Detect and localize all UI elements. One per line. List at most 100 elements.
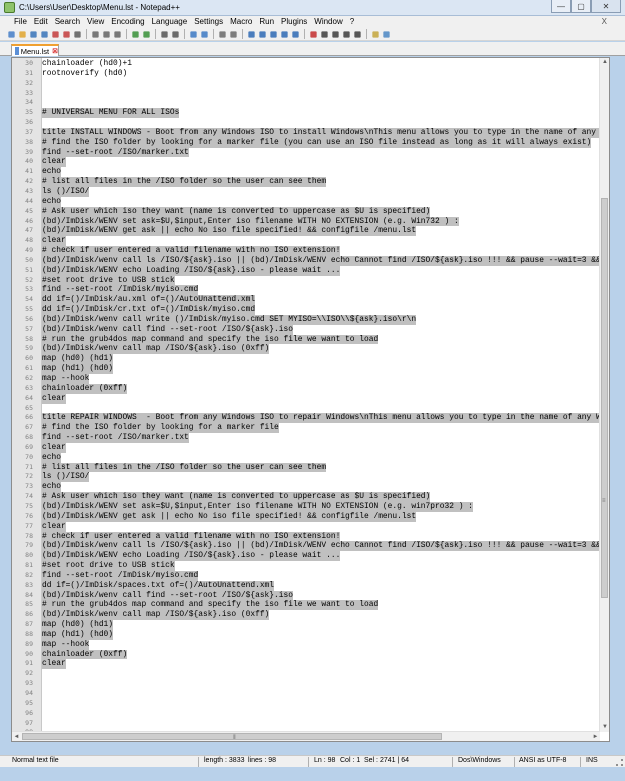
- line-text[interactable]: # find the ISO folder by looking for a m…: [42, 423, 279, 434]
- editor-line[interactable]: 66 title REPAIR WINDOWS - Boot from any W…: [12, 413, 609, 424]
- line-text[interactable]: clear: [42, 157, 66, 168]
- editor-line[interactable]: 44 echo: [12, 196, 600, 207]
- undo-icon[interactable]: [130, 29, 140, 39]
- close-window-button[interactable]: ✕: [591, 0, 621, 13]
- editor-line[interactable]: 49 # check if user entered a valid filena…: [12, 246, 600, 256]
- line-text[interactable]: chainloader (hd0)+1: [42, 59, 132, 69]
- editor-line[interactable]: 73 echo: [12, 482, 600, 493]
- line-text[interactable]: (bd)/ImDisk/WENV echo Loading /ISO/${ask…: [42, 265, 341, 276]
- editor-line[interactable]: 89 map --hook: [12, 639, 600, 650]
- line-text[interactable]: ls ()/ISO/: [42, 186, 90, 197]
- line-text[interactable]: dd if=()/ImDisk/spaces.txt of=()/AutoUna…: [42, 580, 275, 591]
- line-text[interactable]: map --hook: [42, 639, 90, 650]
- editor-line[interactable]: 30 chainloader (hd0)+1: [12, 59, 600, 69]
- line-text[interactable]: # list all files in the /ISO folder so t…: [42, 462, 327, 473]
- line-text[interactable]: (bd)/ImDisk/WENV echo Loading /ISO/${ask…: [42, 551, 341, 562]
- close-file-icon[interactable]: [50, 29, 60, 39]
- horizontal-scrollbar[interactable]: ◄ ⦀ ►: [12, 731, 600, 741]
- line-text[interactable]: chainloader (0xff): [42, 649, 128, 660]
- menu-search[interactable]: Search: [55, 16, 80, 28]
- doc-map-icon[interactable]: [279, 29, 289, 39]
- new-file-icon[interactable]: [6, 29, 16, 39]
- line-text[interactable]: # check if user entered a valid filename…: [42, 531, 341, 542]
- editor-line[interactable]: 72 ls ()/ISO/: [12, 472, 600, 483]
- editor-line[interactable]: 79 (bd)/ImDisk/wenv call ls /ISO/${ask}.i…: [12, 541, 609, 552]
- editor-line[interactable]: 76 (bd)/ImDisk/WENV get ask || echo No is…: [12, 511, 600, 522]
- sync-horizontal-icon[interactable]: [228, 29, 238, 39]
- line-text[interactable]: (bd)/ImDisk/wenv call find --set-root /I…: [42, 324, 293, 335]
- line-text[interactable]: map (hd1) (hd0): [42, 364, 114, 374]
- text-lines[interactable]: 30 chainloader (hd0)+1 31 rootnoverify (hd0…: [12, 59, 609, 738]
- line-text[interactable]: echo: [42, 167, 61, 178]
- line-text[interactable]: clear: [42, 236, 66, 247]
- editor-line[interactable]: 36: [12, 118, 600, 128]
- editor-line[interactable]: 83 dd if=()/ImDisk/spaces.txt of=()/AutoU…: [12, 580, 600, 591]
- horizontal-scroll-thumb[interactable]: ⦀: [22, 733, 442, 741]
- editor-line[interactable]: 75 (bd)/ImDisk/WENV set ask=$U,$input,Ent…: [12, 501, 600, 512]
- line-text[interactable]: # Ask user which iso they want (name is …: [42, 206, 431, 217]
- editor-line[interactable]: 85 # run the grub4dos map command and spe…: [12, 600, 600, 611]
- editor-line[interactable]: 53 find --set-root /ImDisk/myiso.cmd: [12, 285, 600, 296]
- redo-icon[interactable]: [141, 29, 151, 39]
- editor-line[interactable]: 91 clear: [12, 659, 600, 670]
- zoom-in-icon[interactable]: [188, 29, 198, 39]
- line-text[interactable]: find --set-root /ISO/marker.txt: [42, 147, 189, 158]
- editor-line[interactable]: 32: [12, 79, 600, 89]
- record-macro-icon[interactable]: [308, 29, 318, 39]
- line-text[interactable]: (bd)/ImDisk/wenv call map /ISO/${ask}.is…: [42, 610, 270, 621]
- tab-close-icon[interactable]: ⊠: [52, 47, 58, 55]
- line-text[interactable]: echo: [42, 196, 61, 207]
- line-text[interactable]: (bd)/ImDisk/wenv call ls /ISO/${ask}.iso…: [42, 541, 609, 552]
- scroll-down-arrow-icon[interactable]: ▼: [600, 723, 609, 732]
- editor-line[interactable]: 80 (bd)/ImDisk/WENV echo Loading /ISO/${a…: [12, 551, 600, 562]
- replace-icon[interactable]: [170, 29, 180, 39]
- editor-line[interactable]: 67 # find the ISO folder by looking for a…: [12, 423, 600, 434]
- menu-file[interactable]: File: [14, 16, 27, 28]
- tab-menu-lst[interactable]: Menu.lst ⊠: [11, 44, 59, 56]
- editor-line[interactable]: 33: [12, 89, 600, 99]
- play-macro-icon[interactable]: [330, 29, 340, 39]
- editor-line[interactable]: 61 map (hd1) (hd0): [12, 364, 600, 374]
- editor-line[interactable]: 90 chainloader (0xff): [12, 649, 600, 660]
- line-text[interactable]: (bd)/ImDisk/WENV set ask=$U,$input,Enter…: [42, 501, 473, 512]
- line-text[interactable]: map (hd0) (hd1): [42, 620, 114, 630]
- line-text[interactable]: # UNIVERSAL MENU FOR ALL ISOs: [42, 108, 180, 119]
- line-text[interactable]: echo: [42, 482, 61, 493]
- line-text[interactable]: chainloader (0xff): [42, 383, 128, 394]
- menu-window[interactable]: Window: [314, 16, 342, 28]
- show-all-chars-icon[interactable]: [257, 29, 267, 39]
- editor-line[interactable]: 70 echo: [12, 452, 600, 463]
- line-text[interactable]: ls ()/ISO/: [42, 472, 90, 483]
- editor-line[interactable]: 86 (bd)/ImDisk/wenv call map /ISO/${ask}.…: [12, 610, 600, 621]
- menu-run[interactable]: Run: [259, 16, 274, 28]
- menu-help[interactable]: ?: [350, 16, 354, 28]
- resize-grip-icon[interactable]: [616, 759, 623, 766]
- line-text[interactable]: (bd)/ImDisk/wenv call find --set-root /I…: [42, 590, 293, 601]
- editor-line[interactable]: 37 title INSTALL WINDOWS - Boot from any …: [12, 127, 609, 138]
- editor-line[interactable]: 87 map (hd0) (hd1): [12, 620, 600, 630]
- menu-language[interactable]: Language: [152, 16, 188, 28]
- line-text[interactable]: (bd)/ImDisk/WENV set ask=$U,$input,Enter…: [42, 216, 459, 227]
- line-text[interactable]: (bd)/ImDisk/WENV get ask || echo No iso …: [42, 511, 417, 522]
- line-text[interactable]: (bd)/ImDisk/wenv call ls /ISO/${ask}.iso…: [42, 255, 609, 266]
- editor-line[interactable]: 47 (bd)/ImDisk/WENV get ask || echo No is…: [12, 226, 600, 237]
- editor-line[interactable]: 39 find --set-root /ISO/marker.txt: [12, 147, 600, 158]
- vertical-scroll-thumb[interactable]: [601, 198, 608, 598]
- save-icon[interactable]: [28, 29, 38, 39]
- word-wrap-icon[interactable]: [246, 29, 256, 39]
- line-text[interactable]: # find the ISO folder by looking for a m…: [42, 137, 592, 148]
- vertical-scrollbar[interactable]: ▲ ≡ ▼: [599, 58, 609, 732]
- line-text[interactable]: # run the grub4dos map command and speci…: [42, 334, 379, 345]
- editor-line[interactable]: 88 map (hd1) (hd0): [12, 629, 600, 640]
- line-text[interactable]: find --set-root /ImDisk/myiso.cmd: [42, 285, 199, 296]
- open-file-icon[interactable]: [17, 29, 27, 39]
- print-icon[interactable]: [72, 29, 82, 39]
- copy-icon[interactable]: [101, 29, 111, 39]
- paste-icon[interactable]: [112, 29, 122, 39]
- line-text[interactable]: # run the grub4dos map command and speci…: [42, 600, 379, 611]
- line-text[interactable]: map (hd0) (hd1): [42, 354, 114, 365]
- editor-line[interactable]: 71 # list all files in the /ISO folder so…: [12, 462, 600, 473]
- line-text[interactable]: map --hook: [42, 374, 90, 384]
- sync-vertical-icon[interactable]: [217, 29, 227, 39]
- menu-settings[interactable]: Settings: [194, 16, 223, 28]
